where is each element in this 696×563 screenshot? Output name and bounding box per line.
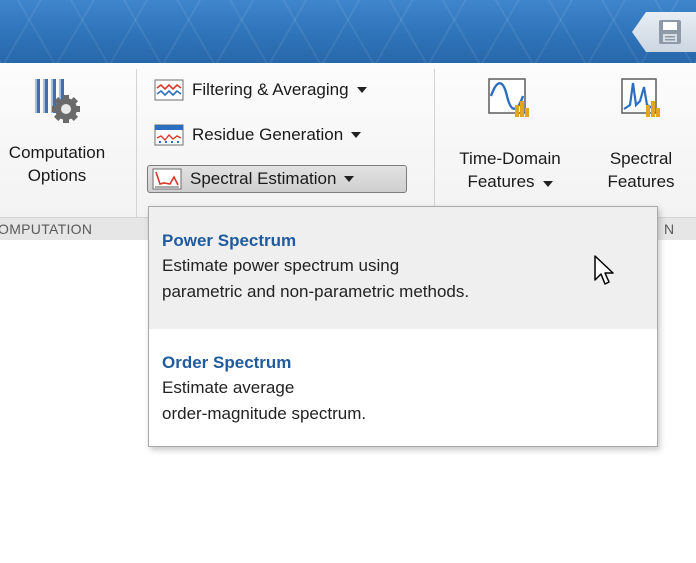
filtering-averaging-label: Filtering & Averaging: [192, 80, 349, 99]
menu-item-description: parametric and non-parametric methods.: [162, 282, 470, 301]
menu-item-description: Estimate power spectrum using: [162, 256, 400, 275]
titlebar-pattern: [0, 0, 696, 63]
computation-section-label: OMPUTATION: [0, 221, 93, 237]
spectral-features-button[interactable]: Spectral Features: [586, 75, 696, 193]
menu-item-title: Power Spectrum: [162, 231, 297, 250]
features-section-label: N: [664, 221, 675, 237]
menu-item-description: Estimate average: [162, 378, 295, 397]
app-titlebar: [0, 0, 696, 63]
mouse-cursor-icon: [594, 255, 614, 285]
chevron-down-icon: [542, 181, 553, 187]
time-domain-features-button[interactable]: Time-Domain Features: [447, 75, 573, 193]
computation-options-label-line1: Computation: [8, 143, 106, 162]
chevron-down-icon: [356, 87, 367, 93]
filtering-averaging-button[interactable]: Filtering & Averaging: [149, 76, 374, 104]
residue-generation-label: Residue Generation: [192, 125, 344, 144]
spectral-features-label-line1: Spectral: [609, 149, 673, 168]
spectral-estimation-button[interactable]: Spectral Estimation: [147, 165, 407, 193]
menu-item-order-spectrum[interactable]: Order Spectrum Estimate average order-ma…: [149, 329, 657, 446]
spectral-features-label-line2: Features: [607, 172, 675, 191]
spectral-estimation-label: Spectral Estimation: [190, 169, 337, 188]
spectral-features-icon: [621, 78, 660, 117]
residue-generation-button[interactable]: Residue Generation: [149, 121, 368, 149]
spectrum-icon: [152, 168, 182, 190]
time-domain-features-label-line1: Time-Domain: [459, 149, 561, 168]
menu-item-power-spectrum[interactable]: Power Spectrum Estimate power spectrum u…: [149, 207, 657, 329]
menu-item-description: order-magnitude spectrum.: [162, 404, 367, 423]
spectral-estimation-dropdown: Power Spectrum Estimate power spectrum u…: [148, 206, 658, 447]
ribbon-separator: [136, 69, 137, 237]
time-domain-features-label-line2: Features: [447, 170, 573, 193]
filter-waveform-icon: [154, 79, 184, 101]
chevron-down-icon: [351, 132, 362, 138]
menu-item-title: Order Spectrum: [162, 353, 292, 372]
residue-signal-icon: [154, 124, 184, 146]
save-icon[interactable]: [658, 19, 682, 45]
time-domain-features-icon: [488, 78, 529, 117]
computation-options-label-line2: Options: [27, 166, 87, 185]
computation-options-button[interactable]: Computation Options: [0, 75, 122, 187]
gear-columns-icon: [35, 79, 80, 123]
chevron-down-icon: [344, 176, 355, 182]
